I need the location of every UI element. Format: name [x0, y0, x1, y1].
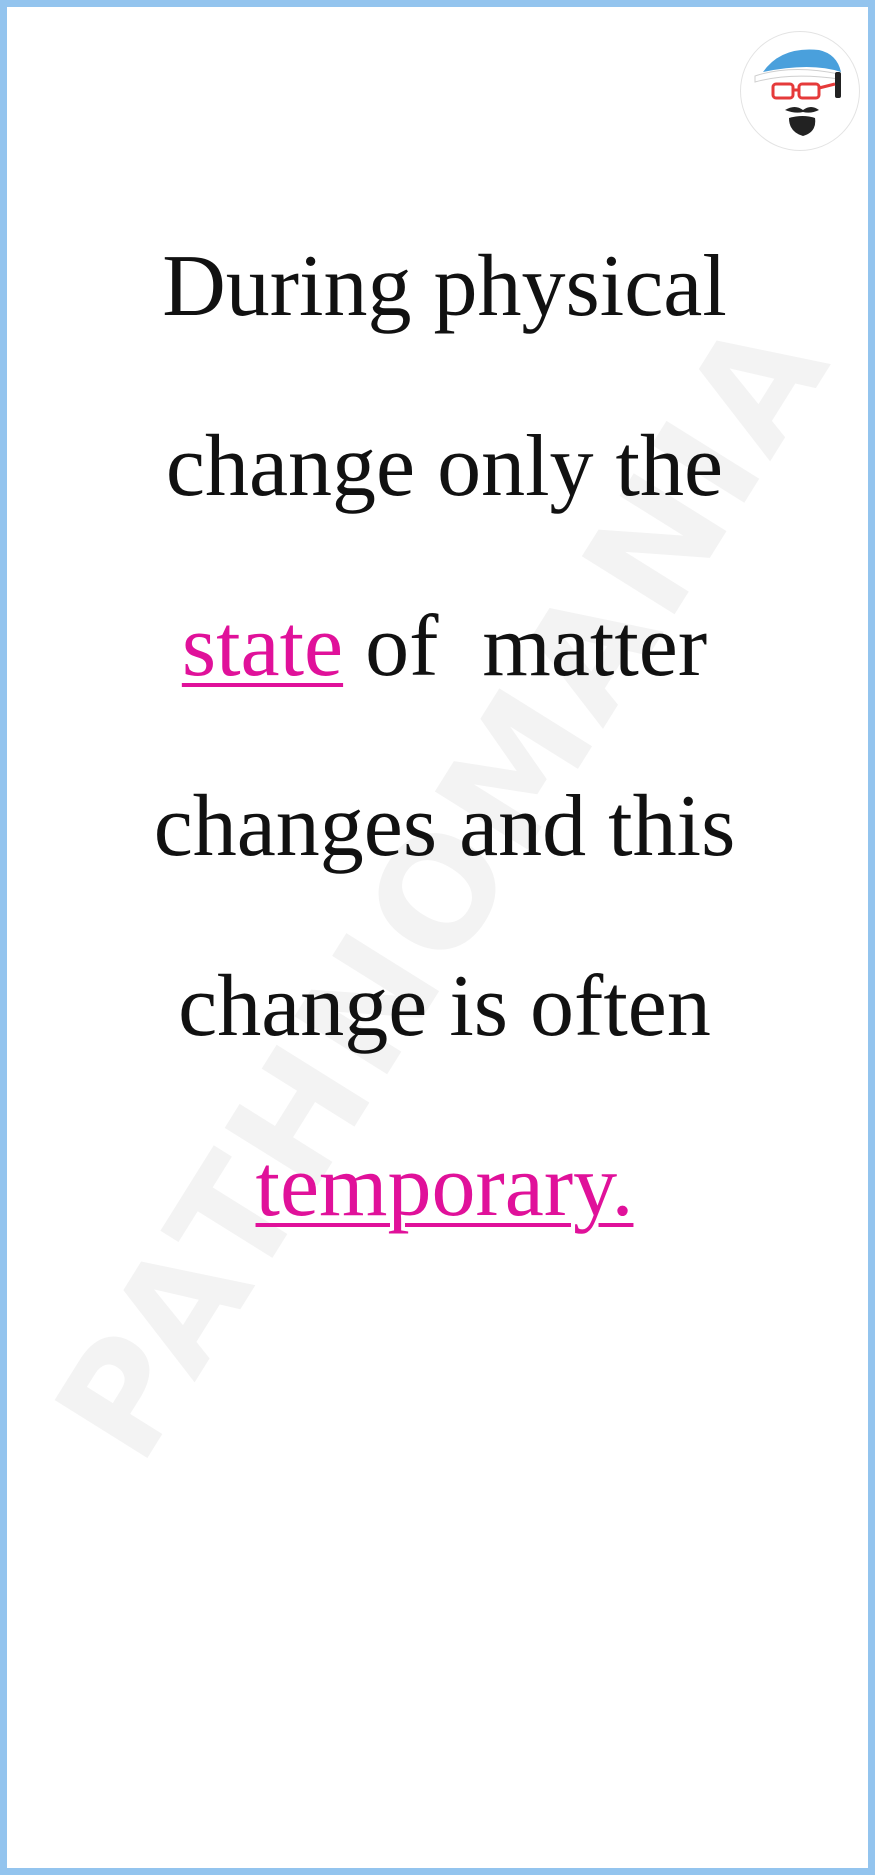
statement-line-3-rest: of matter	[343, 598, 708, 695]
avatar	[740, 31, 860, 151]
highlight-state: state	[181, 598, 344, 695]
statement-line-4: changes and this	[153, 778, 736, 875]
statement-line-3: state of matter	[47, 557, 842, 737]
highlight-temporary: temporary.	[255, 1138, 634, 1235]
cartoon-face-logo-icon	[754, 49, 841, 136]
statement-line-5: change is often	[178, 958, 711, 1055]
statement-text: During physical change only the state of…	[47, 197, 842, 1277]
statement-line-1: During physical	[162, 238, 727, 335]
slide-card: PATHNOMANIA During physical change only …	[0, 0, 875, 1875]
statement-line-6: temporary.	[47, 1097, 842, 1277]
statement-line-2: change only the	[165, 418, 724, 515]
